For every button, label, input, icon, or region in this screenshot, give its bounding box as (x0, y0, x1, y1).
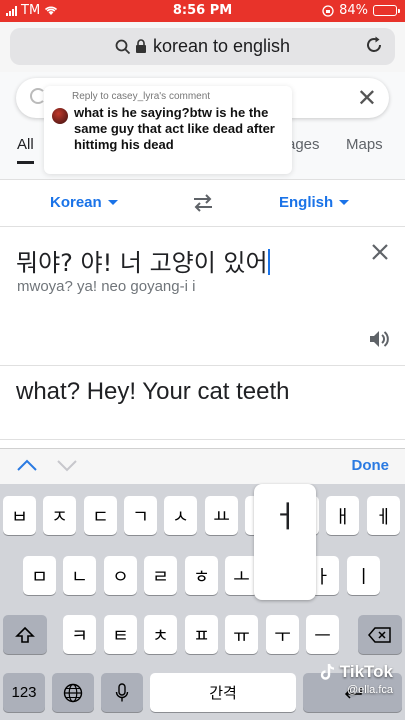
source-panel: 뭐야? 야! 너 고양이 있어 mwoya? ya! neo goyang-i … (0, 227, 405, 365)
avatar (52, 108, 68, 124)
address-bar[interactable]: korean to english (10, 28, 395, 65)
key[interactable]: ㅍ (185, 615, 218, 654)
keyboard-toolbar: Done (0, 448, 405, 484)
creator-handle: @ella.fca (346, 684, 393, 696)
text-cursor (267, 249, 270, 275)
tiktok-watermark: TikTok @ella.fca (320, 662, 393, 696)
tab-all[interactable]: All (17, 136, 34, 164)
key[interactable]: ㄱ (124, 496, 157, 535)
translation-panel: what? Hey! Your cat teeth (0, 366, 405, 440)
key[interactable]: ㅠ (225, 615, 258, 654)
key[interactable]: ㅎ (185, 556, 218, 595)
lock-icon (135, 39, 146, 53)
source-text: 뭐야? 야! 너 고양이 있어 (16, 249, 268, 277)
key[interactable]: ㅊ (144, 615, 177, 654)
target-language-label: English (279, 194, 334, 211)
key[interactable]: ㅜ (266, 615, 299, 654)
source-language-select[interactable]: Korean (50, 194, 118, 211)
numbers-key[interactable]: 123 (3, 673, 45, 712)
clear-text-icon[interactable] (371, 243, 389, 261)
key[interactable]: ㅈ (43, 496, 76, 535)
tiktok-brand: TikTok (339, 662, 393, 681)
chevron-up-icon[interactable] (16, 458, 38, 472)
key[interactable]: ㅅ (164, 496, 197, 535)
status-bar: TM 8:56 PM 84% (0, 0, 405, 22)
romanization-text: mwoya? ya! neo goyang-i i (17, 278, 196, 295)
language-selector-row: Korean English (0, 182, 405, 226)
orientation-lock-icon (322, 4, 334, 17)
status-right: 84% (322, 3, 400, 18)
key[interactable]: ㅣ (347, 556, 380, 595)
speaker-icon[interactable] (367, 328, 391, 350)
shift-key[interactable] (3, 615, 47, 654)
target-language-select[interactable]: English (279, 194, 350, 211)
reload-icon[interactable] (363, 34, 385, 56)
chevron-down-icon[interactable] (56, 458, 78, 472)
tiktok-logo: TikTok (320, 662, 393, 682)
done-button[interactable]: Done (352, 457, 390, 474)
key[interactable]: ㅔ (367, 496, 400, 535)
key[interactable]: ㄹ (144, 556, 177, 595)
search-icon (115, 39, 131, 54)
key[interactable]: ㅁ (23, 556, 56, 595)
url-text: korean to english (152, 36, 291, 56)
reply-comment-bubble: Reply to casey_lyra's comment what is he… (44, 86, 292, 174)
battery-icon (373, 5, 400, 16)
clear-search-icon[interactable]: ✕ (357, 84, 377, 113)
backspace-icon (368, 626, 391, 643)
swap-languages-icon[interactable] (191, 192, 215, 214)
microphone-key[interactable] (101, 673, 143, 712)
tiktok-note-icon (320, 663, 334, 680)
key[interactable]: ㅐ (326, 496, 359, 535)
source-language-label: Korean (50, 194, 102, 211)
chevron-down-icon (339, 200, 350, 205)
key[interactable]: ㅇ (104, 556, 137, 595)
key[interactable]: ㅂ (3, 496, 36, 535)
chevron-down-icon (107, 200, 118, 205)
key[interactable]: ㅌ (104, 615, 137, 654)
key[interactable]: ㅡ (306, 615, 339, 654)
microphone-icon (115, 682, 129, 701)
key[interactable]: ㅋ (63, 615, 96, 654)
globe-key[interactable] (52, 673, 94, 712)
source-text-input[interactable]: 뭐야? 야! 너 고양이 있어 (16, 243, 270, 278)
delete-key[interactable] (358, 615, 402, 654)
translation-text: what? Hey! Your cat teeth (16, 378, 290, 405)
key-preview-popup: ㅓ (254, 484, 316, 600)
key[interactable]: ㄴ (63, 556, 96, 595)
reply-to-label: Reply to casey_lyra's comment (72, 91, 211, 102)
shift-icon (15, 626, 35, 643)
key[interactable]: ㅛ (205, 496, 238, 535)
battery-percent: 84% (339, 3, 368, 18)
reply-message: what is he saying?btw is he the same guy… (74, 105, 275, 152)
tab-maps[interactable]: Maps (346, 136, 383, 153)
browser-toolbar: korean to english (0, 22, 405, 72)
globe-icon (63, 683, 83, 702)
space-key[interactable]: 간격 (150, 673, 296, 712)
key[interactable]: ㄷ (84, 496, 117, 535)
